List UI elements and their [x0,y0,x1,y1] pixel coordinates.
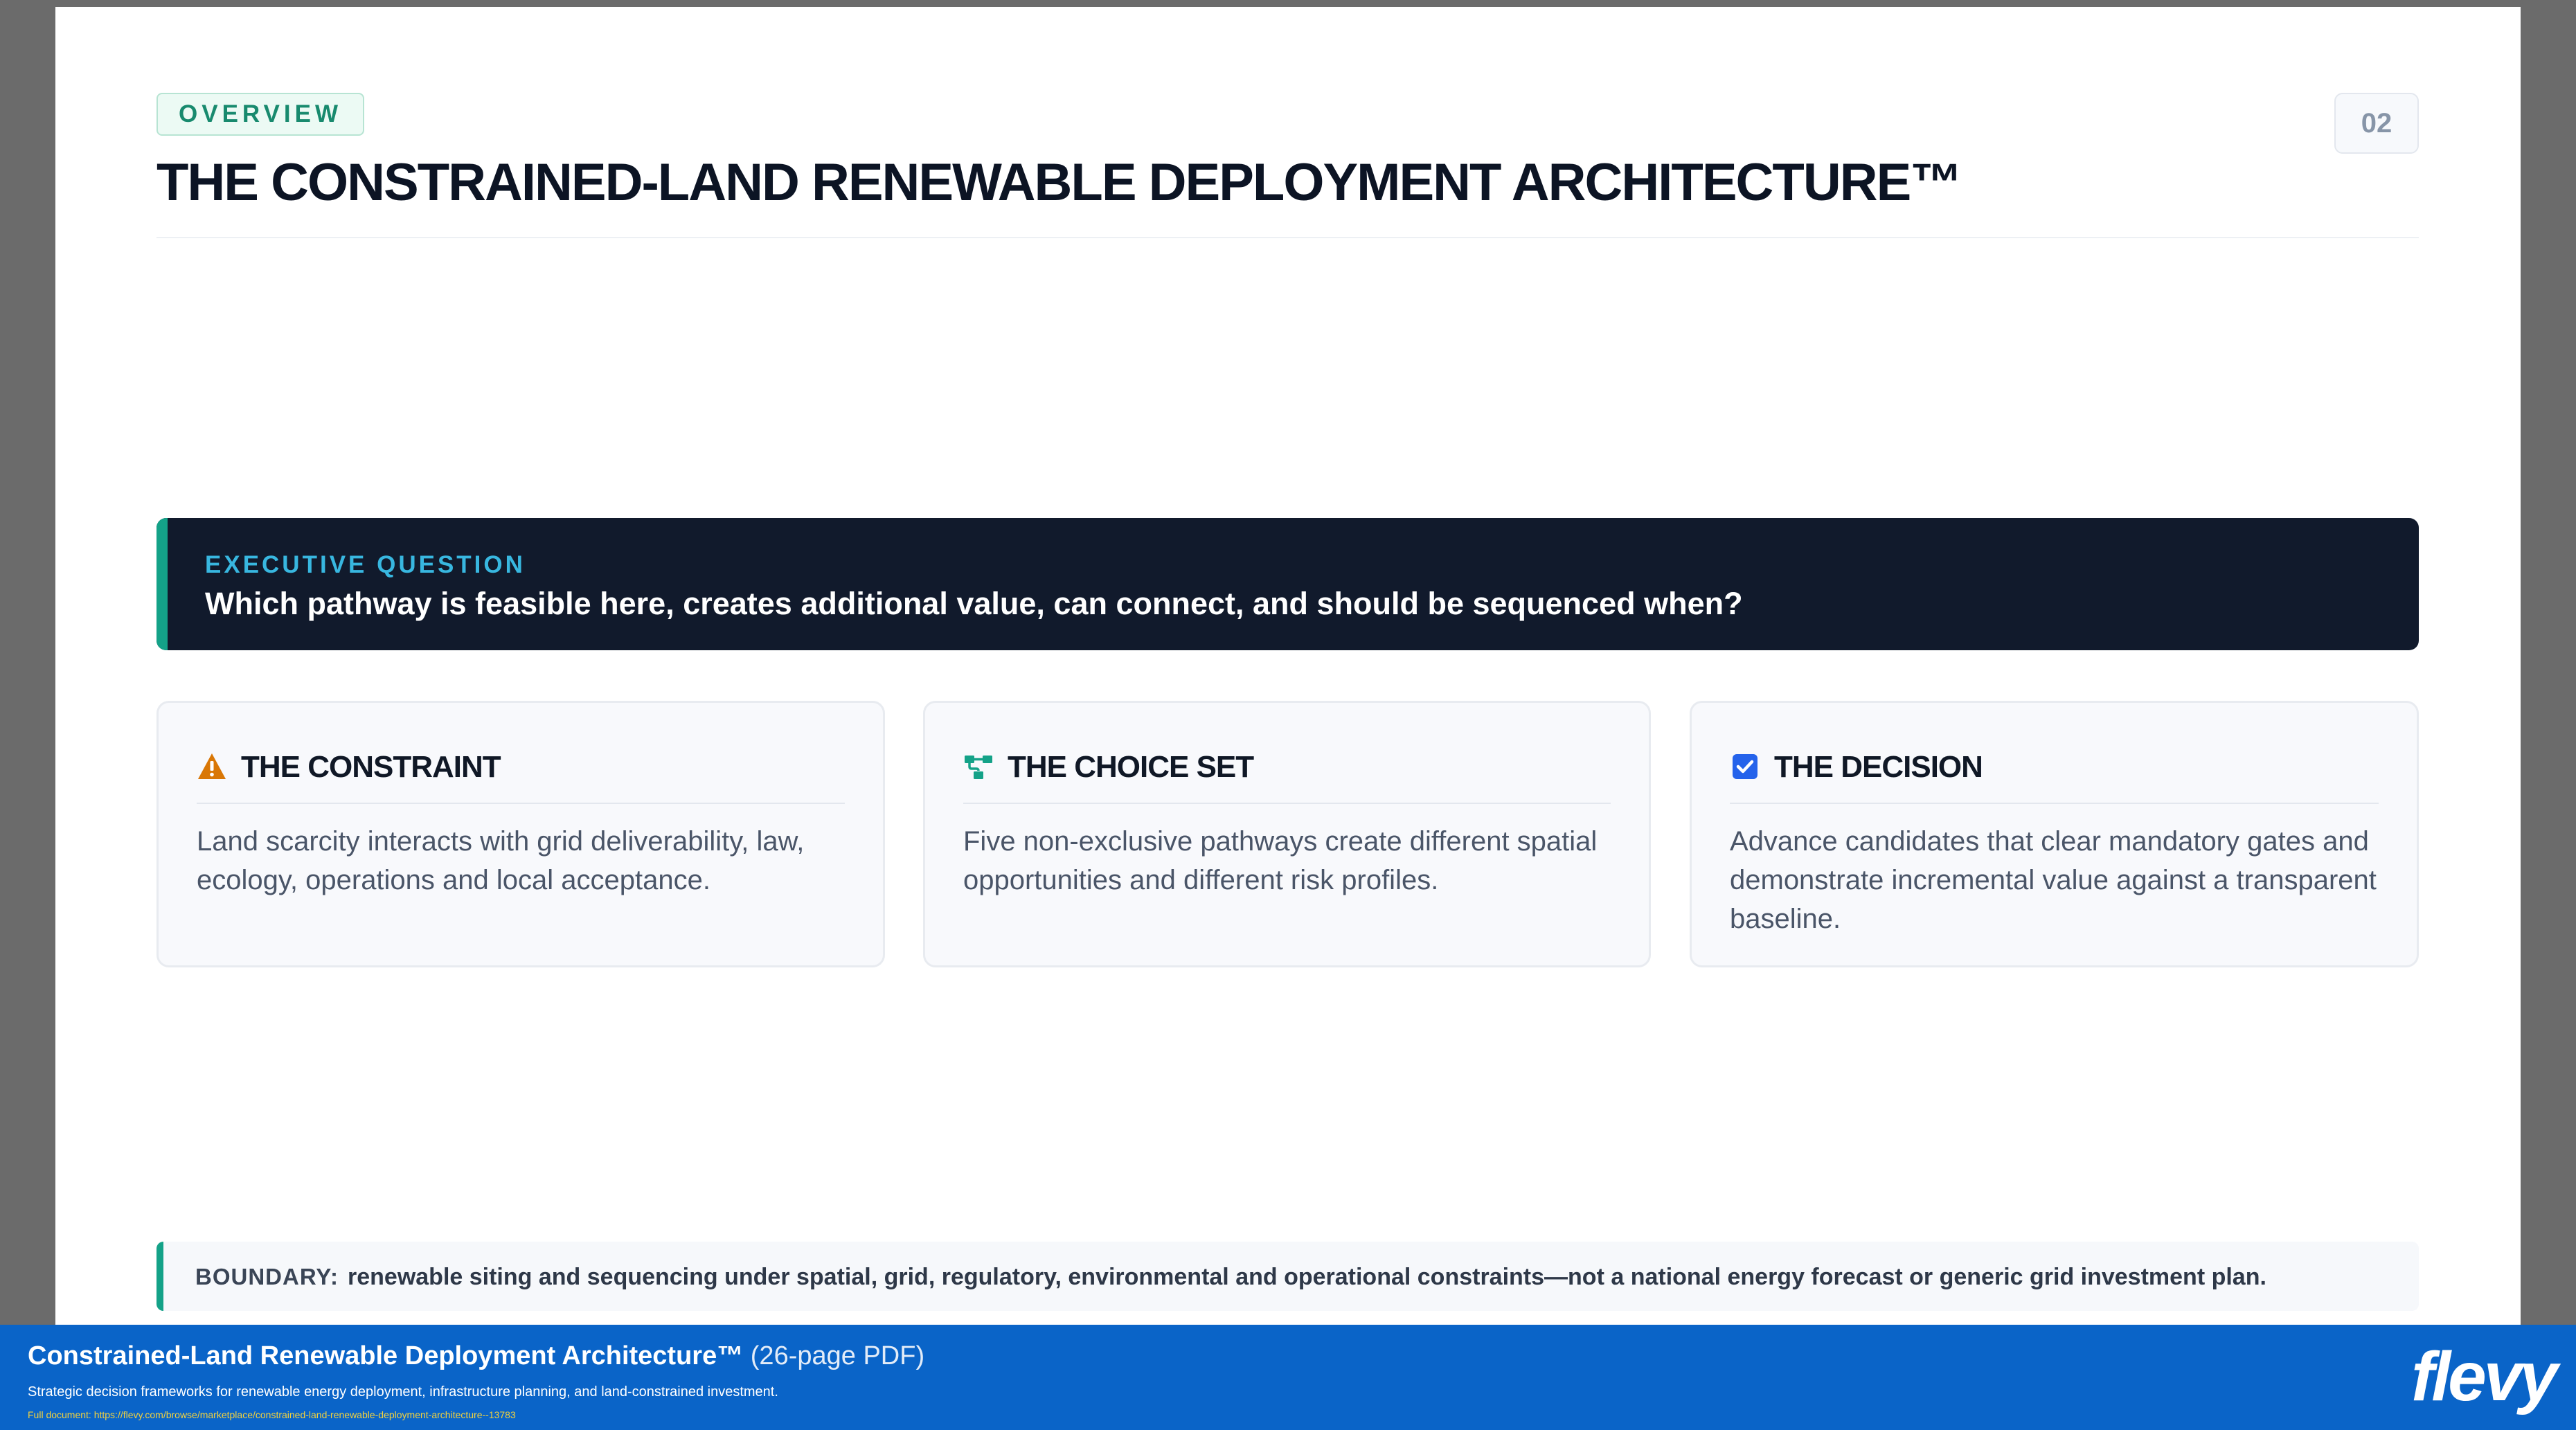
card-constraint: THE CONSTRAINT Land scarcity interacts w… [156,701,885,967]
footer-title: Constrained-Land Renewable Deployment Ar… [28,1341,924,1371]
card-body: Five non-exclusive pathways create diffe… [963,826,1598,895]
footer-subtitle: Strategic decision frameworks for renewa… [28,1384,778,1400]
panel-accent-bar [156,518,168,650]
card-body: Advance candidates that clear mandatory … [1730,826,2377,934]
executive-question-text: Which pathway is feasible here, creates … [205,586,1743,621]
executive-question-panel: EXECUTIVE QUESTION Which pathway is feas… [156,518,2419,650]
page-number: 02 [2334,93,2419,154]
page-title: THE CONSTRAINED-LAND RENEWABLE DEPLOYMEN… [156,153,1962,212]
footer-document-link[interactable]: Full document: https://flevy.com/browse/… [28,1409,516,1420]
card-header: THE DECISION [1730,742,2379,804]
footer-document-title: Constrained-Land Renewable Deployment Ar… [28,1341,744,1370]
slide: OVERVIEW 02 THE CONSTRAINED-LAND RENEWAB… [55,7,2521,1325]
warning-icon [198,753,226,779]
boundary-accent-bar [156,1242,163,1311]
flevy-logo[interactable]: flevy [2411,1339,2558,1415]
title-divider [156,237,2419,238]
card-decision: THE DECISION Advance candidates that cle… [1690,701,2419,967]
boundary-note: BOUNDARY: renewable siting and sequencin… [156,1242,2419,1311]
card-title: THE CONSTRAINT [241,750,501,784]
section-tag: OVERVIEW [156,93,365,136]
card-header: THE CHOICE SET [963,742,1611,804]
card-choice-set: THE CHOICE SET Five non-exclusive pathwa… [923,701,1651,967]
card-title: THE DECISION [1774,750,1983,784]
card-header: THE CONSTRAINT [197,742,845,804]
boundary-label: BOUNDARY: [195,1264,339,1289]
card-body: Land scarcity interacts with grid delive… [197,826,805,895]
boundary-text: renewable siting and sequencing under sp… [348,1264,2266,1290]
checkbox-icon [1733,754,1757,779]
document-footer-banner: Constrained-Land Renewable Deployment Ar… [0,1325,2576,1430]
footer-page-count: (26-page PDF) [750,1341,925,1370]
card-title: THE CHOICE SET [1008,750,1254,784]
executive-question-label: EXECUTIVE QUESTION [205,551,526,578]
network-icon [965,756,992,779]
